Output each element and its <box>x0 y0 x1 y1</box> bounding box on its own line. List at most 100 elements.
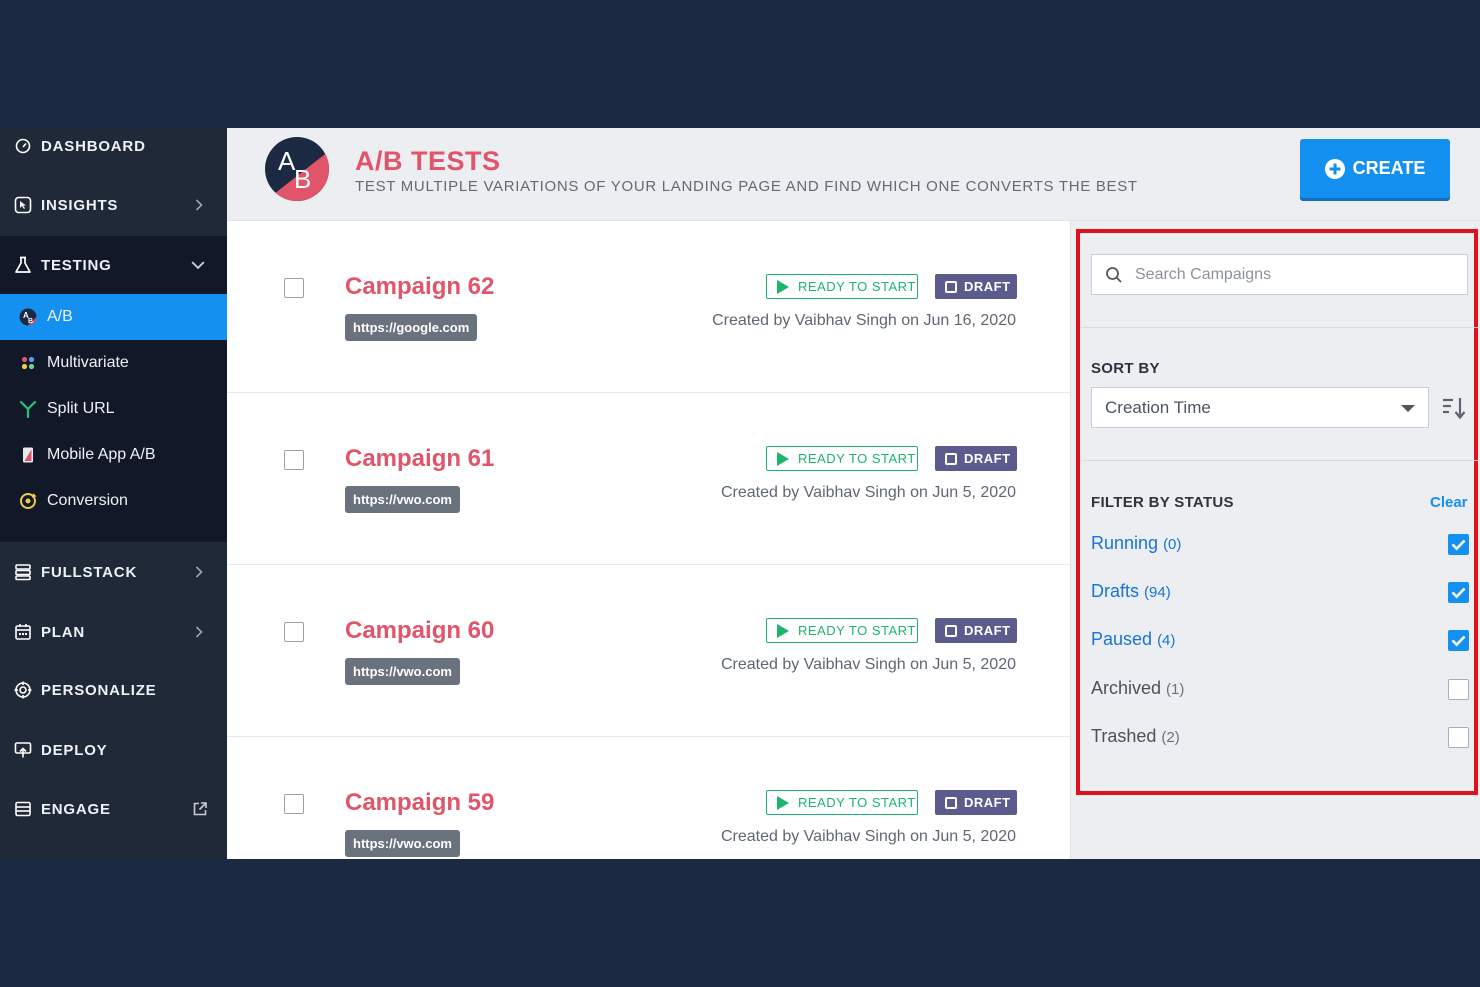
grid-dots-icon <box>19 354 37 372</box>
status-filter-trashed[interactable]: Trashed (2) <box>1091 726 1469 750</box>
flask-icon <box>13 255 33 275</box>
play-icon <box>777 623 789 638</box>
sidebar-item-fullstack[interactable]: FULLSTACK <box>0 550 227 594</box>
sort-select-value: Creation Time <box>1105 397 1211 417</box>
sidebar-item-ab[interactable]: AB A/B <box>0 294 227 340</box>
page-header: A B A/B TESTS TEST MULTIPLE VARIATIONS O… <box>227 128 1480 221</box>
campaign-url: https://vwo.com <box>345 486 460 513</box>
status-count: (0) <box>1163 536 1182 553</box>
sidebar-item-label: DASHBOARD <box>41 137 146 155</box>
status-count: (1) <box>1166 681 1185 698</box>
status-filter-drafts[interactable]: Drafts (94) <box>1091 581 1469 605</box>
status-checkbox[interactable] <box>1448 582 1469 603</box>
sidebar-item-label: INSIGHTS <box>41 196 119 214</box>
ready-to-start-badge[interactable]: READY TO START <box>766 446 918 471</box>
created-by: Created by Vaibhav Singh on Jun 16, 2020 <box>712 312 1016 329</box>
chevron-right-icon <box>195 199 203 211</box>
ab-icon: AB <box>19 308 37 326</box>
sort-select[interactable]: Creation Time <box>1091 387 1429 428</box>
logo-letter-b: B <box>294 164 311 194</box>
status-count: (94) <box>1144 584 1171 601</box>
sidebar-item-personalize[interactable]: PERSONALIZE <box>0 668 227 712</box>
sidebar-item-label: Split URL <box>47 400 115 417</box>
sidebar-item-split-url[interactable]: Split URL <box>0 386 227 432</box>
calendar-icon <box>13 622 33 642</box>
created-by: Created by Vaibhav Singh on Jun 5, 2020 <box>720 828 1016 845</box>
sidebar-item-label: DEPLOY <box>41 741 108 759</box>
checkmark-icon <box>1451 587 1466 599</box>
status-checkbox[interactable] <box>1448 534 1469 555</box>
status-label: Drafts <box>1091 581 1140 601</box>
status-checkbox[interactable] <box>1448 727 1469 748</box>
sidebar-item-mobile-app-ab[interactable]: Mobile App A/B <box>0 432 227 478</box>
campaign-name[interactable]: Campaign 61 <box>345 445 494 473</box>
sidebar-item-insights[interactable]: INSIGHTS <box>0 183 227 227</box>
campaign-url: https://vwo.com <box>345 830 460 857</box>
campaign-name[interactable]: Campaign 62 <box>345 273 494 301</box>
campaign-name[interactable]: Campaign 59 <box>345 789 494 817</box>
sidebar-item-testing[interactable]: TESTING <box>0 236 227 294</box>
sidebar-item-deploy[interactable]: DEPLOY <box>0 728 227 772</box>
draft-icon <box>945 452 957 465</box>
sidebar-item-label: PLAN <box>41 623 86 641</box>
filter-panel: SORT BY Creation Time FILTER BY STATUS C… <box>1070 221 1480 859</box>
divider <box>1081 460 1480 461</box>
campaign-checkbox[interactable] <box>284 794 304 814</box>
chevron-down-icon <box>191 261 205 270</box>
divider <box>1081 327 1480 328</box>
sort-order-icon[interactable] <box>1441 395 1467 421</box>
ready-to-start-badge[interactable]: READY TO START <box>766 618 918 643</box>
sidebar-item-label: FULLSTACK <box>41 563 138 581</box>
mobile-icon <box>19 446 37 464</box>
campaign-checkbox[interactable] <box>284 278 304 298</box>
status-checkbox[interactable] <box>1448 630 1469 651</box>
campaign-checkbox[interactable] <box>284 450 304 470</box>
status-filter-running[interactable]: Running (0) <box>1091 533 1469 557</box>
main-content: A B A/B TESTS TEST MULTIPLE VARIATIONS O… <box>227 128 1480 859</box>
draft-icon <box>945 796 957 809</box>
chevron-right-icon <box>195 566 203 578</box>
campaign-checkbox[interactable] <box>284 622 304 642</box>
created-by: Created by Vaibhav Singh on Jun 5, 2020 <box>720 656 1016 673</box>
campaign-row: Campaign 61 https://vwo.com READY TO STA… <box>227 393 1070 565</box>
sidebar: DASHBOARD INSIGHTS TESTING AB A/B Multiv… <box>0 128 227 859</box>
status-filter-paused[interactable]: Paused (4) <box>1091 629 1469 653</box>
sort-by-label: SORT BY <box>1091 360 1160 377</box>
campaign-name[interactable]: Campaign 60 <box>345 617 494 645</box>
app-window: DASHBOARD INSIGHTS TESTING AB A/B Multiv… <box>0 128 1480 859</box>
clear-filters-link[interactable]: Clear <box>1430 494 1468 511</box>
testing-group: TESTING AB A/B Multivariate Split URL Mo… <box>0 236 227 542</box>
status-label: Paused <box>1091 629 1153 649</box>
sidebar-item-conversion[interactable]: Conversion <box>0 478 227 524</box>
page-subtitle: TEST MULTIPLE VARIATIONS OF YOUR LANDING… <box>355 178 1138 195</box>
create-button-label: CREATE <box>1352 158 1426 178</box>
search-icon <box>1106 266 1122 283</box>
campaign-url: https://vwo.com <box>345 658 460 685</box>
create-button[interactable]: CREATE <box>1300 139 1450 198</box>
sidebar-item-label: Multivariate <box>47 354 129 371</box>
ready-to-start-badge[interactable]: READY TO START <box>766 790 918 815</box>
search-box[interactable] <box>1091 254 1468 295</box>
draft-icon <box>945 624 957 637</box>
chevron-right-icon <box>195 626 203 638</box>
sidebar-item-plan[interactable]: PLAN <box>0 610 227 654</box>
status-checkbox[interactable] <box>1448 679 1469 700</box>
draft-icon <box>945 280 957 293</box>
svg-text:B: B <box>28 318 33 325</box>
draft-badge: DRAFT <box>935 446 1017 471</box>
ready-to-start-badge[interactable]: READY TO START <box>766 274 918 299</box>
target-icon <box>13 680 33 700</box>
status-label: Running <box>1091 533 1159 553</box>
sidebar-item-multivariate[interactable]: Multivariate <box>0 340 227 386</box>
status-filter-archived[interactable]: Archived (1) <box>1091 678 1469 702</box>
draft-badge: DRAFT <box>935 618 1017 643</box>
sidebar-item-label: TESTING <box>41 256 112 274</box>
ab-logo: A B <box>265 137 329 201</box>
sidebar-item-dashboard[interactable]: DASHBOARD <box>0 128 227 164</box>
deploy-icon <box>13 740 33 760</box>
split-icon <box>19 400 37 418</box>
search-input[interactable] <box>1135 265 1455 284</box>
campaign-row: Campaign 62 https://google.com READY TO … <box>227 221 1070 393</box>
sidebar-item-engage[interactable]: ENGAGE <box>0 787 227 831</box>
draft-badge: DRAFT <box>935 790 1017 815</box>
